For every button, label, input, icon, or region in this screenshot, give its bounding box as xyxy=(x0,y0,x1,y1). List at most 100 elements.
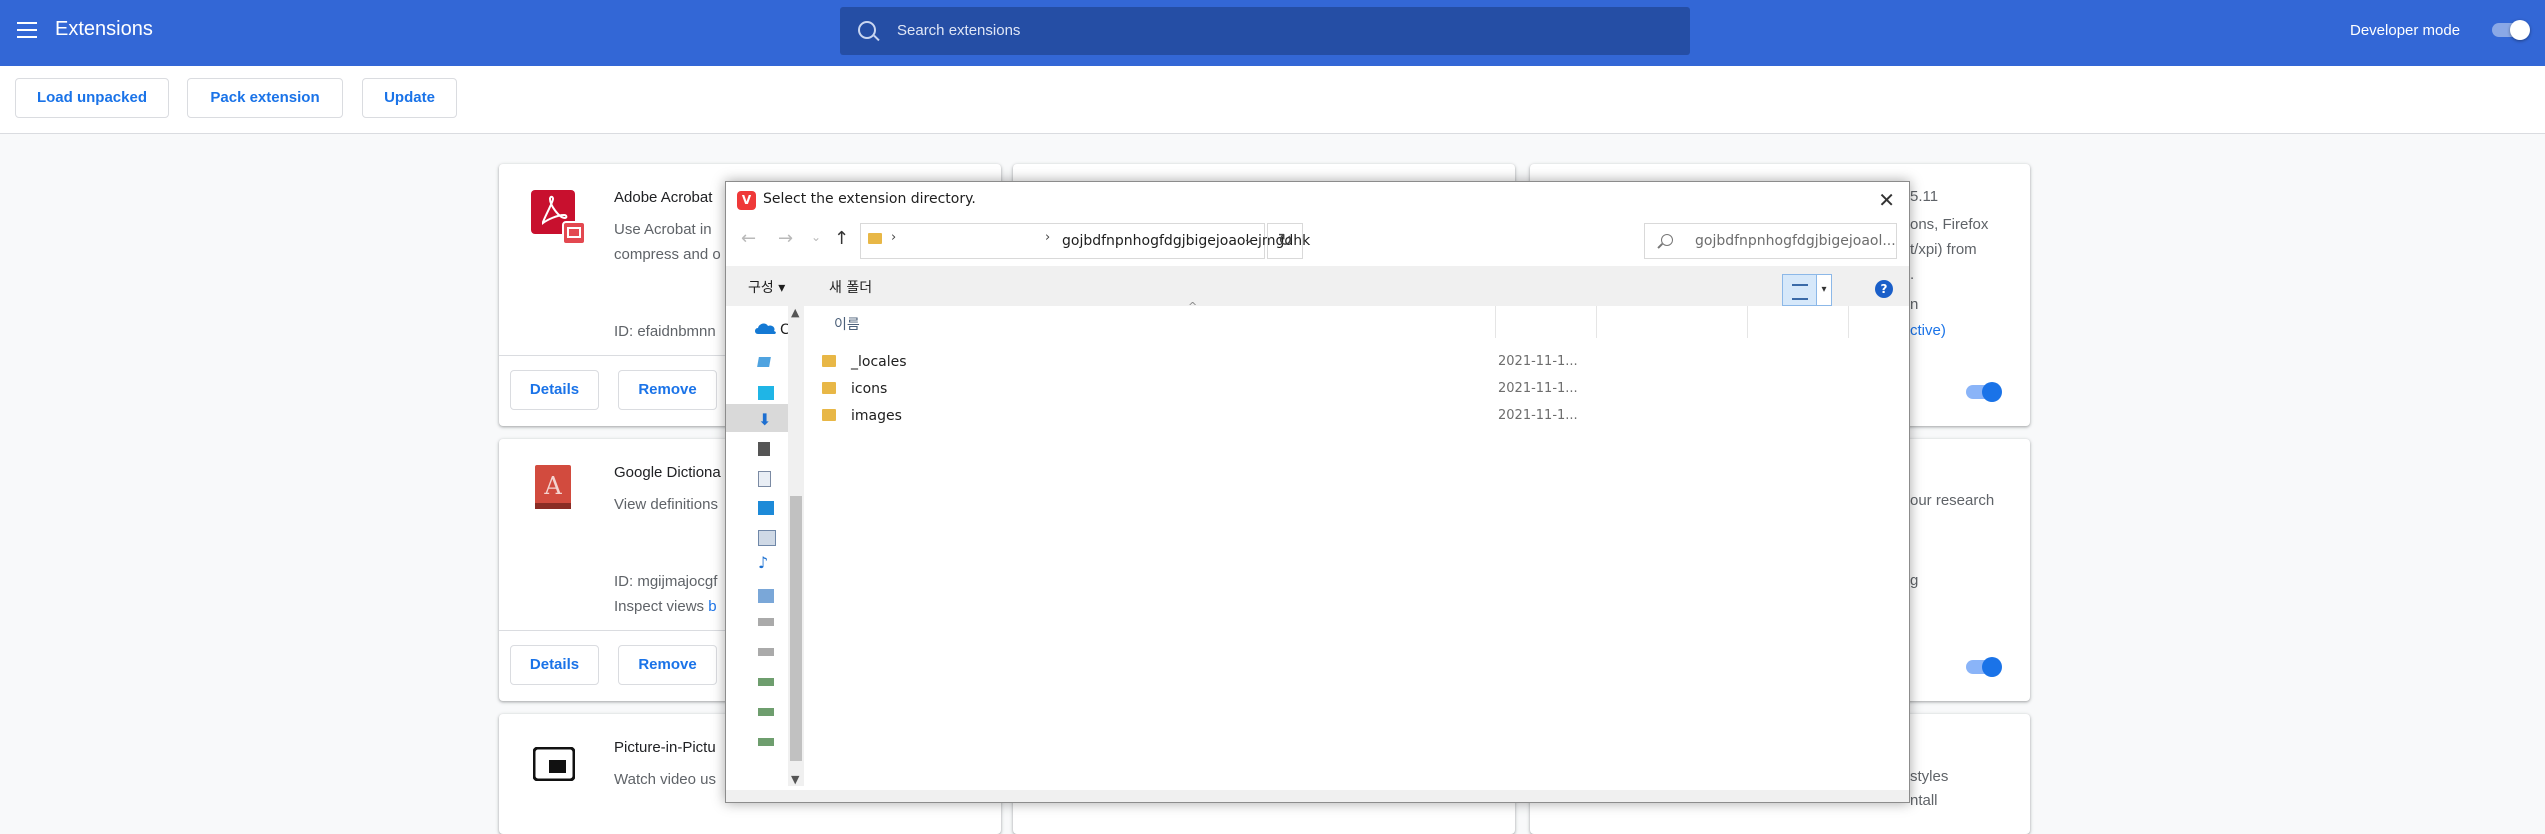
card-text-fragment: . xyxy=(1910,266,1915,283)
folder-icon xyxy=(822,409,836,421)
new-folder-button[interactable]: 새 폴더 xyxy=(829,277,872,297)
select-directory-dialog: V Select the extension directory. ✕ ← → … xyxy=(725,181,1910,803)
sort-caret-icon: ^ xyxy=(1188,300,1198,313)
dialog-title: Select the extension directory. xyxy=(763,191,976,207)
extension-enable-toggle[interactable] xyxy=(1966,657,2002,677)
extension-enable-toggle[interactable] xyxy=(1966,382,2002,402)
file-list-item[interactable]: images 2021-11-1... xyxy=(806,404,1706,430)
card-text-fragment: 5.11 xyxy=(1910,188,1939,205)
details-button[interactable]: Details xyxy=(510,370,599,410)
details-button[interactable]: Details xyxy=(510,645,599,685)
search-icon xyxy=(1661,234,1673,246)
inspect-views: Inspect views b xyxy=(614,598,717,615)
inspect-link[interactable]: b xyxy=(708,598,716,615)
help-icon[interactable]: ? xyxy=(1875,280,1893,298)
card-text-fragment: g xyxy=(1910,572,1919,589)
details-view-icon xyxy=(1792,284,1808,300)
search-extensions-input[interactable]: Search extensions xyxy=(840,7,1690,55)
picture-in-picture-icon xyxy=(533,747,575,781)
downloads-icon[interactable]: ⬇ xyxy=(758,412,774,428)
card-text-fragment: t/xpi) from xyxy=(1910,241,1977,258)
forward-arrow-icon[interactable]: → xyxy=(778,228,793,249)
file-list-item[interactable]: _locales 2021-11-1... xyxy=(806,350,1706,376)
adobe-acrobat-icon xyxy=(531,190,585,244)
card-text-fragment: styles xyxy=(1910,768,1949,785)
onedrive-cloud-icon[interactable] xyxy=(754,320,778,336)
drive-icon[interactable] xyxy=(758,738,774,746)
type-column-header[interactable] xyxy=(1597,306,1748,338)
scroll-up-icon[interactable]: ▲ xyxy=(791,306,799,319)
card-link-fragment[interactable]: ctive) xyxy=(1910,322,1946,339)
extension-name: Google Dictiona xyxy=(614,464,721,481)
music-icon[interactable]: ♪ xyxy=(758,555,774,571)
3d-objects-icon[interactable] xyxy=(758,386,774,400)
extension-name: Picture-in-Pictu xyxy=(614,739,716,756)
file-list-item[interactable]: icons 2021-11-1... xyxy=(806,377,1706,403)
developer-mode-toggle[interactable] xyxy=(2492,20,2530,40)
developer-mode-label: Developer mode xyxy=(2350,22,2461,39)
inspect-label: Inspect views xyxy=(614,598,705,615)
column-name-label: 이름 xyxy=(834,317,860,333)
file-date: 2021-11-1... xyxy=(1498,408,1578,423)
view-dropdown-button[interactable]: ▾ xyxy=(1816,274,1832,306)
date-column-header[interactable] xyxy=(1496,306,1597,338)
pictures-icon[interactable] xyxy=(758,530,776,546)
folder-search-value: gojbdfnpnhogfdgjbigejoaol... xyxy=(1695,233,1895,249)
pack-extension-button[interactable]: Pack extension xyxy=(187,78,343,118)
chevron-right-icon[interactable]: › xyxy=(1045,230,1050,245)
file-list-header: 이름 ^ xyxy=(806,300,1909,338)
header-bar: Extensions Search extensions Developer m… xyxy=(0,0,2545,66)
chevron-right-icon[interactable]: › xyxy=(891,230,896,245)
pc-icon[interactable] xyxy=(757,357,771,367)
file-name: _locales xyxy=(851,354,907,370)
file-name: icons xyxy=(851,381,888,397)
page-title: Extensions xyxy=(55,18,153,40)
drive-icon[interactable] xyxy=(758,648,774,656)
selected-nav-item xyxy=(726,404,788,432)
local-disk-icon[interactable] xyxy=(758,589,774,603)
search-placeholder: Search extensions xyxy=(897,22,1021,39)
extension-id: ID: mgijmajocgf xyxy=(614,573,718,590)
search-icon xyxy=(858,21,876,39)
folder-search-input[interactable]: gojbdfnpnhogfdgjbigejoaol... xyxy=(1644,223,1897,259)
back-arrow-icon[interactable]: ← xyxy=(741,228,756,249)
remove-button[interactable]: Remove xyxy=(618,370,717,410)
recent-locations-icon[interactable]: ⌄ xyxy=(811,230,821,244)
navigation-scrollbar[interactable]: ▲ ▼ xyxy=(788,306,804,786)
hamburger-icon[interactable] xyxy=(17,22,37,38)
card-text-fragment: ons, Firefox xyxy=(1910,216,1989,233)
card-text-fragment: our research xyxy=(1910,492,1995,509)
update-button[interactable]: Update xyxy=(362,78,457,118)
view-options-button[interactable] xyxy=(1782,274,1818,306)
developer-toolbar: Load unpacked Pack extension Update xyxy=(0,66,2545,134)
close-icon[interactable]: ✕ xyxy=(1878,188,1895,212)
load-unpacked-button[interactable]: Load unpacked xyxy=(15,78,169,118)
extension-id: ID: efaidnbmnn xyxy=(614,323,716,340)
address-bar[interactable]: › › gojbdfnpnhogfdgjbigejoaolejmgdhk ⌄ xyxy=(860,223,1310,259)
drive-icon[interactable] xyxy=(758,678,774,686)
vivaldi-app-icon: V xyxy=(737,191,756,210)
remove-button[interactable]: Remove xyxy=(618,645,717,685)
scroll-thumb[interactable] xyxy=(790,496,802,761)
organize-menu[interactable]: 구성 ▾ xyxy=(748,277,785,297)
dialog-titlebar: V Select the extension directory. ✕ xyxy=(726,182,1909,217)
card-text-fragment: n xyxy=(1910,296,1919,313)
chevron-down-icon[interactable]: ⌄ xyxy=(1243,232,1254,247)
size-column-header[interactable] xyxy=(1748,306,1849,338)
name-column-header[interactable] xyxy=(806,306,1496,338)
videos-icon[interactable] xyxy=(758,442,770,456)
scroll-down-icon[interactable]: ▼ xyxy=(791,773,799,786)
horizontal-scrollbar[interactable] xyxy=(726,790,1909,802)
command-bar: 구성 ▾ 새 폴더 ▾ ? xyxy=(726,266,1909,306)
up-arrow-icon[interactable]: ↑ xyxy=(834,228,849,249)
file-date: 2021-11-1... xyxy=(1498,381,1578,396)
drive-icon[interactable] xyxy=(758,708,774,716)
drive-icon[interactable] xyxy=(758,618,774,626)
desktop-icon[interactable] xyxy=(758,501,774,515)
folder-icon xyxy=(822,382,836,394)
svg-text:A: A xyxy=(543,472,562,500)
documents-icon[interactable] xyxy=(758,471,771,487)
file-date: 2021-11-1... xyxy=(1498,354,1578,369)
refresh-icon[interactable]: ↻ xyxy=(1267,223,1303,259)
folder-icon xyxy=(868,233,882,244)
